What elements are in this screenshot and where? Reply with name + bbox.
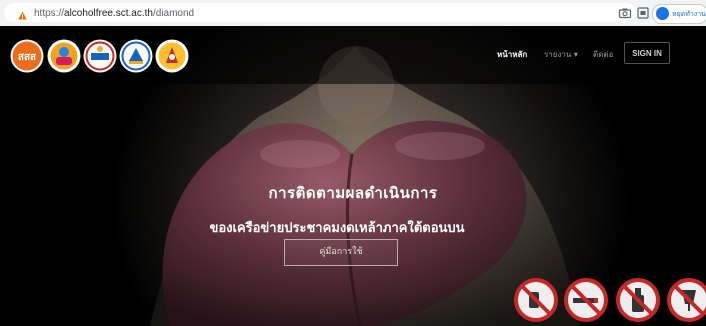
- nav-home[interactable]: หน้าหลัก: [497, 48, 527, 61]
- address-bar[interactable]: https://alcoholfree.sct.ac.th/diamond: [4, 3, 636, 22]
- nav-reports-dropdown[interactable]: รายงาน ▾: [544, 48, 578, 61]
- camera-icon[interactable]: [618, 6, 632, 20]
- avatar: [656, 7, 669, 20]
- network-logo-icon[interactable]: [47, 39, 81, 73]
- top-navbar: สสส หน้าหลัก รายงาน ▾ ติดต่อ SIGN IN: [0, 26, 706, 84]
- no-bottle-sign-icon: [616, 278, 660, 322]
- warning-icon[interactable]: [18, 11, 27, 20]
- hero-section: สสส หน้าหลัก รายงาน ▾ ติดต่อ SIGN IN การ…: [0, 26, 706, 326]
- no-alcohol-sign-icon: [667, 278, 706, 322]
- province-logo-icon[interactable]: [119, 39, 153, 73]
- extension-icon[interactable]: [636, 6, 650, 20]
- no-drinking-sign-icon: [514, 278, 558, 322]
- hero-title: การติดตามผลดำเนินการ: [268, 184, 438, 202]
- browser-toolbar: https://alcoholfree.sct.ac.th/diamond หย…: [0, 0, 706, 27]
- hero-subtitle: ของเครือข่ายประชาคมงดเหล้าภาคใต้ตอนบน: [209, 221, 465, 236]
- url-text[interactable]: https://alcoholfree.sct.ac.th/diamond: [34, 8, 194, 19]
- sss-logo-icon[interactable]: สสส: [10, 39, 44, 73]
- svg-text:สสส: สสส: [18, 52, 37, 63]
- nav-contact[interactable]: ติดต่อ: [593, 48, 613, 61]
- government-seal-icon[interactable]: [155, 39, 189, 73]
- sign-in-button[interactable]: SIGN IN: [624, 42, 670, 64]
- profile-button[interactable]: หยุดทำงาน: [652, 4, 706, 24]
- profile-label: หยุดทำงาน: [672, 10, 706, 18]
- stopdrink-logo-icon[interactable]: [83, 39, 117, 73]
- url-path: /diamond: [152, 8, 195, 19]
- url-domain: alcoholfree.sct.ac.th: [64, 8, 153, 19]
- no-smoking-sign-icon: [564, 278, 608, 322]
- user-guide-button[interactable]: คู่มือการใช้: [284, 239, 398, 266]
- url-scheme: https://: [34, 8, 65, 19]
